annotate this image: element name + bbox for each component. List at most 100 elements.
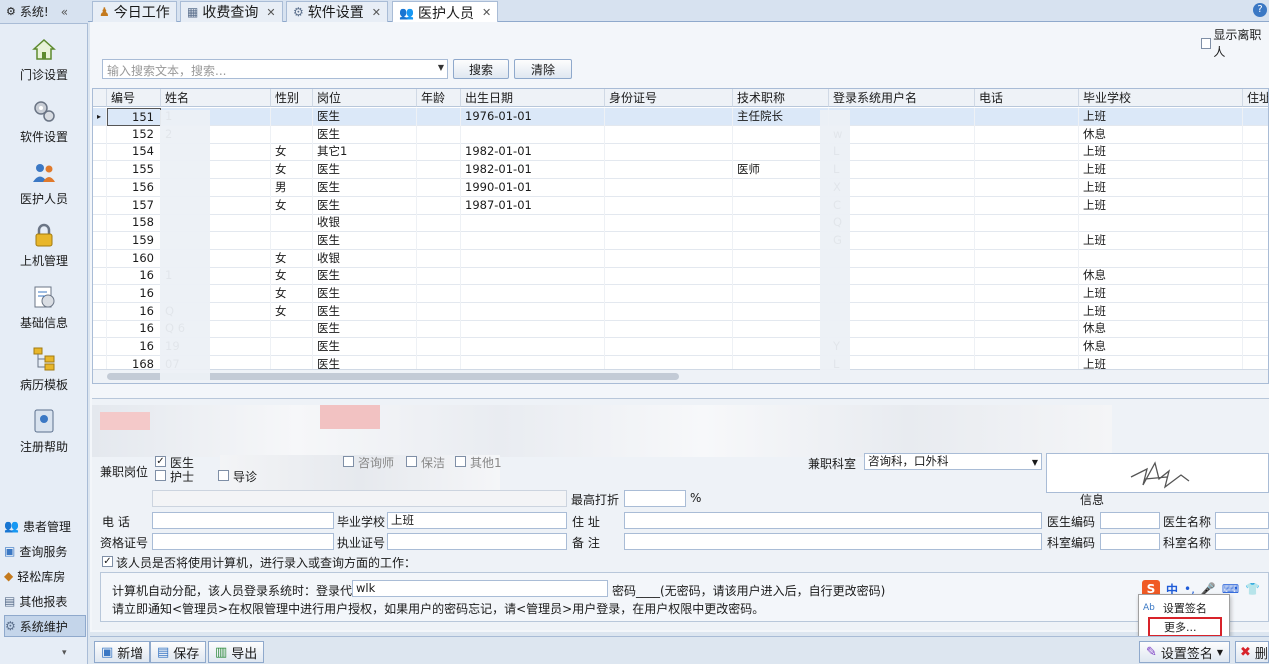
table-cell-id[interactable]: 154 [107,143,161,162]
table-cell-age[interactable] [417,249,461,268]
col-header-sex[interactable]: 性别 [271,89,313,107]
row-indicator[interactable] [93,196,107,215]
table-row[interactable]: 157 女医生 1987-01-01 C 上班 [93,196,1268,215]
table-cell-sex[interactable] [271,338,313,357]
table-cell-age[interactable] [417,302,461,321]
row-indicator[interactable] [93,320,107,339]
table-cell-age[interactable] [417,320,461,339]
table-cell-birth[interactable] [461,285,605,303]
row-indicator[interactable] [93,249,107,268]
table-cell-title[interactable]: 医师 [733,161,829,180]
add-button[interactable]: ▣ 新增 [94,641,151,663]
table-cell-user[interactable]: Y [829,338,975,357]
table-cell-birth[interactable] [461,320,605,339]
table-cell-user[interactable]: Q [829,214,975,233]
staff-grid[interactable]: 编号 姓名 性别 岗位 年龄 出生日期 身份证号 技术职称 登录系统用户名 电话… [92,88,1269,384]
row-indicator[interactable] [93,214,107,233]
table-cell-phone[interactable] [975,161,1079,180]
table-cell-school[interactable]: 上班 [1079,231,1243,250]
col-header-id[interactable]: 编号 [107,89,161,107]
row-indicator[interactable] [93,178,107,197]
col-header-name[interactable]: 姓名 [161,89,271,107]
col-header-phone[interactable]: 电话 [975,89,1079,107]
table-cell-age[interactable] [417,143,461,162]
col-header-birth[interactable]: 出生日期 [461,89,605,107]
table-cell-title[interactable] [733,231,829,250]
phone-input[interactable] [152,512,334,529]
table-cell-post[interactable]: 医生 [313,338,417,357]
table-cell-phone[interactable] [975,214,1079,233]
horizontal-scrollbar[interactable] [93,369,1268,383]
table-cell-idcard[interactable] [605,267,733,286]
table-row[interactable]: 159 医生 G 上班 [93,231,1268,250]
table-cell-school[interactable]: 上班 [1079,143,1243,162]
table-cell-title[interactable] [733,178,829,197]
nav-item-register-help[interactable]: 注册帮助 [0,408,88,455]
table-row[interactable]: 1619医生Y休息 [93,338,1268,357]
table-cell-sex[interactable]: 女 [271,249,313,268]
table-cell-age[interactable] [417,178,461,197]
save-button[interactable]: ▤ 保存 [150,641,207,663]
nav-item-clinic-settings[interactable]: 门诊设置 [0,36,88,83]
nav-easy-warehouse[interactable]: ◆ 轻松库房 [4,565,86,587]
table-cell-id[interactable]: 155 [107,161,161,180]
table-cell-school[interactable]: 休息 [1079,338,1243,357]
show-resigned-toggle[interactable]: 显示离职人 [1201,26,1269,60]
table-cell-title[interactable] [733,143,829,162]
table-cell-phone[interactable] [975,231,1079,250]
tab-today-work[interactable]: ♟ 今日工作 [92,1,177,22]
table-cell-school[interactable]: 上班 [1079,161,1243,180]
table-cell-school[interactable] [1079,249,1243,268]
show-resigned-checkbox[interactable] [1201,37,1212,49]
set-signature-button[interactable]: ✎ 设置签名 ▼ [1139,641,1231,663]
nav-item-basic-info[interactable]: 基础信息 [0,284,88,331]
table-cell-addr[interactable] [1243,179,1268,197]
table-cell-phone[interactable] [975,125,1079,144]
school-input[interactable]: 上班 [387,512,567,529]
license-input[interactable] [387,533,567,550]
table-cell-addr[interactable] [1243,161,1268,179]
table-cell-birth[interactable]: 1976-01-01 [461,108,605,126]
dropdown-arrow-icon[interactable]: ▼ [1032,455,1038,469]
max-discount-input[interactable] [624,490,686,507]
table-cell-post[interactable]: 收银 [313,249,417,268]
nav-query-service[interactable]: ▣ 查询服务 [4,540,86,562]
table-cell-phone[interactable] [975,338,1079,357]
table-cell-addr[interactable] [1243,250,1268,268]
nav-item-software-settings[interactable]: 软件设置 [0,98,88,145]
table-cell-idcard[interactable] [605,143,733,162]
table-cell-sex[interactable] [271,108,313,126]
tab-software-settings[interactable]: ⚙ 软件设置 ✕ [286,1,388,22]
dept-code-input[interactable] [1100,533,1160,550]
nav-item-record-template[interactable]: 病历模板 [0,346,88,393]
other1-checkbox[interactable] [455,456,466,467]
nav-item-login-management[interactable]: 上机管理 [0,222,88,269]
table-cell-birth[interactable] [461,267,605,286]
table-cell-sex[interactable]: 女 [271,285,313,303]
close-icon[interactable]: ✕ [482,6,491,19]
table-cell-id[interactable]: 151 [107,108,161,126]
table-cell-birth[interactable]: 1982-01-01 [461,143,605,162]
table-cell-addr[interactable] [1243,126,1268,144]
table-cell-addr[interactable] [1243,143,1268,161]
table-cell-birth[interactable] [461,302,605,321]
table-cell-post[interactable]: 其它1 [313,143,417,162]
table-cell-post[interactable]: 医生 [313,231,417,250]
table-cell-school[interactable]: 上班 [1079,302,1243,321]
part-time-guide-checkbox[interactable] [218,470,229,481]
nav-other-reports[interactable]: ▤ 其他报表 [4,590,86,612]
table-cell-id[interactable]: 16 [107,285,161,303]
table-cell-post[interactable]: 医生 [313,125,417,144]
row-indicator[interactable] [93,338,107,357]
table-cell-sex[interactable]: 女 [271,267,313,286]
table-cell-user[interactable] [829,302,975,321]
table-cell-phone[interactable] [975,143,1079,162]
table-cell-idcard[interactable] [605,108,733,126]
table-cell-sex[interactable] [271,320,313,339]
table-cell-title[interactable] [733,125,829,144]
close-icon[interactable]: ✕ [372,6,381,19]
table-cell-birth[interactable]: 1990-01-01 [461,178,605,197]
table-cell-idcard[interactable] [605,196,733,215]
table-cell-school[interactable]: 上班 [1079,108,1243,126]
table-cell-idcard[interactable] [605,320,733,339]
